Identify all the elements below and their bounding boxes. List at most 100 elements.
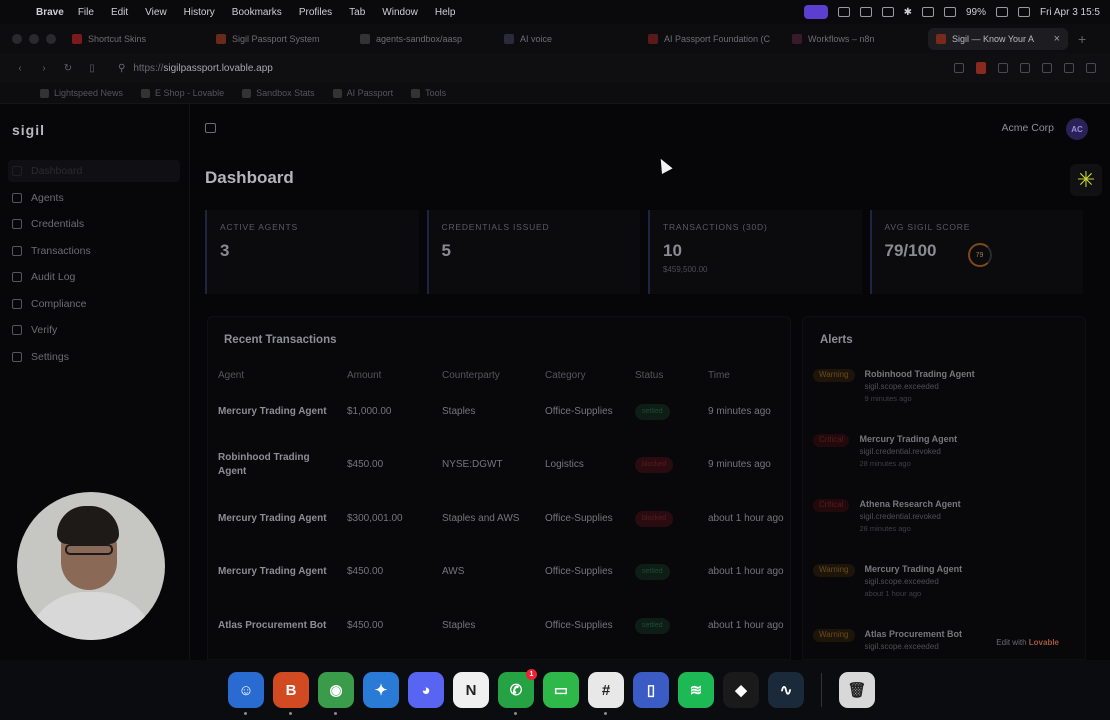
table-row[interactable]: Atlas Procurement Bot $450.00 Staples Offic… (208, 599, 790, 653)
avatar[interactable]: AC (1066, 118, 1088, 140)
window-icon[interactable] (881, 7, 894, 17)
bluetooth-icon[interactable]: ✱ (904, 7, 912, 18)
minimize-window-button[interactable] (29, 34, 39, 44)
reload-icon[interactable]: ↻ (62, 63, 74, 74)
sidebar-item-agents[interactable]: Agents (8, 187, 180, 209)
stat-subvalue: $459,500.00 (663, 265, 708, 274)
sidebar-icon[interactable] (1042, 63, 1052, 73)
browser-tab[interactable]: Workflows – n8n (784, 28, 924, 50)
messages-icon[interactable]: ▭ (543, 672, 579, 708)
browser-tab[interactable]: AI voice (496, 28, 636, 50)
close-tab-icon[interactable]: × (1054, 33, 1060, 45)
bookmark-item[interactable]: Tools (411, 88, 446, 98)
menu-history[interactable]: History (184, 7, 215, 18)
display-icon[interactable] (943, 7, 956, 17)
alert-item[interactable]: Warning Robinhood Trading Agent sigil.scop… (813, 369, 1077, 423)
column-header: Amount (347, 369, 382, 381)
sidebar-toggle-icon[interactable] (205, 123, 216, 133)
brave-shields-icon[interactable] (976, 62, 986, 74)
menu-file[interactable]: File (78, 7, 94, 18)
chrome-icon[interactable]: ◉ (318, 672, 354, 715)
notion-icon[interactable]: N (453, 672, 489, 708)
table-row[interactable]: Mercury Trading Agent $1,000.00 Staples Off… (208, 385, 790, 439)
wallet-icon[interactable] (1064, 63, 1074, 73)
stat-label: Active Agents (220, 222, 298, 232)
menu-bookmarks[interactable]: Bookmarks (232, 7, 282, 18)
sidebar-item-compliance[interactable]: Compliance (8, 293, 180, 315)
table-row[interactable]: Robinhood Trading Agent $450.00 NYSE:DGWT L… (208, 439, 790, 493)
url-bar[interactable]: ⚲ https://sigilpassport.lovable.app (110, 58, 942, 78)
battery-icon[interactable] (995, 7, 1008, 17)
alert-item[interactable]: Warning Mercury Trading Agent sigil.scope.… (813, 564, 1077, 618)
edit-with-lovable-badge[interactable]: Edit with Lovable (996, 638, 1059, 647)
zoom-window-button[interactable] (46, 34, 56, 44)
site-info-icon[interactable]: ⚲ (118, 63, 125, 74)
close-window-button[interactable] (12, 34, 22, 44)
discord-icon[interactable]: ◕ (408, 672, 444, 708)
alert-body: Mercury Trading Agent sigil.credential.re… (859, 434, 957, 488)
sidebar-item-transactions[interactable]: Transactions (8, 240, 180, 262)
menu-edit[interactable]: Edit (111, 7, 128, 18)
trash-icon[interactable]: 🗑 (839, 672, 875, 708)
extension-icon[interactable] (1020, 63, 1030, 73)
bookmark-item[interactable]: E Shop - Lovable (141, 88, 224, 98)
n8n-icon[interactable]: ∿ (768, 672, 804, 708)
browser-tab[interactable]: AI Passport Foundation (C (640, 28, 780, 50)
alert-time: 28 minutes ago (859, 459, 911, 468)
extension-icon[interactable] (998, 63, 1008, 73)
browser-tab[interactable]: agents-sandbox/aasp (352, 28, 492, 50)
new-tab-button[interactable]: + (1078, 31, 1086, 47)
screen-recording-icon[interactable] (803, 5, 828, 19)
running-indicator (604, 712, 607, 715)
browser-tab[interactable]: Shortcut Skins (64, 28, 204, 50)
browser-tab[interactable]: Sigil — Know Your A × (928, 27, 1068, 50)
alert-item[interactable]: Critical Athena Research Agent sigil.crede… (813, 499, 1077, 553)
sidebar-item-verify[interactable]: Verify (8, 319, 180, 341)
status-app-icon[interactable] (837, 7, 850, 17)
forward-icon[interactable]: › (38, 63, 50, 74)
bookmark-item[interactable]: Lightspeed News (40, 88, 123, 98)
column-header: Counterparty (442, 369, 500, 381)
bookmark-icon[interactable]: ▯ (86, 63, 98, 74)
spotify-icon[interactable]: ≋ (678, 672, 714, 708)
org-name[interactable]: Acme Corp (1001, 122, 1054, 134)
brave-icon[interactable]: B (273, 672, 309, 715)
alert-time: about 1 hour ago (864, 589, 922, 598)
preview-icon[interactable]: ▯ (633, 672, 669, 708)
menu-tab[interactable]: Tab (349, 7, 365, 18)
whatsapp-icon[interactable]: ✆ 1 (498, 669, 537, 715)
sidebar-item-settings[interactable]: Settings (8, 346, 180, 368)
table-row[interactable]: Mercury Trading Agent $450.00 AWS Office-Su… (208, 546, 790, 600)
menu-profiles[interactable]: Profiles (299, 7, 332, 18)
bookmark-item[interactable]: AI Passport (332, 88, 393, 98)
status-app-icon[interactable] (859, 7, 872, 17)
share-icon[interactable] (954, 63, 964, 73)
sidebar-item-audit-log[interactable]: Audit Log (8, 266, 180, 288)
menu-clock[interactable]: Fri Apr 3 15:5 (1040, 7, 1100, 18)
table-row[interactable]: Mercury Trading Agent $300,001.00 Staples … (208, 492, 790, 546)
alert-item[interactable]: Critical Mercury Trading Agent sigil.crede… (813, 434, 1077, 488)
sidebar-item-credentials[interactable]: Credentials (8, 213, 180, 235)
battery-percent[interactable]: 99% (966, 7, 986, 18)
finder-icon[interactable]: ☺ (228, 672, 264, 715)
browser-tab[interactable]: Sigil Passport System (208, 28, 348, 50)
back-icon[interactable]: ‹ (14, 63, 26, 74)
cursor-app-icon[interactable]: ◆ (723, 672, 759, 708)
tab-favicon-icon (360, 33, 370, 44)
bookmark-item[interactable]: Sandbox Stats (242, 88, 315, 98)
menu-app-name[interactable]: Brave (36, 7, 64, 18)
cell-status: settled (625, 385, 698, 439)
menu-icon[interactable] (1086, 63, 1096, 73)
control-center-icon[interactable] (1017, 7, 1030, 17)
alert-body: Athena Research Agent sigil.credential.re… (859, 499, 960, 553)
slack-icon[interactable]: # (588, 672, 624, 715)
safari-icon[interactable]: ✦ (363, 672, 399, 708)
transactions-body: Mercury Trading Agent $1,000.00 Staples Off… (208, 385, 790, 653)
menu-window[interactable]: Window (382, 7, 418, 18)
sidebar-item-dashboard[interactable]: Dashboard (8, 160, 180, 182)
menu-help[interactable]: Help (435, 7, 456, 18)
wifi-icon[interactable] (921, 7, 934, 17)
sigil-app: sigil Dashboard Agents Credentials Transact… (0, 104, 1110, 660)
app-logo[interactable]: sigil (12, 122, 45, 138)
menu-view[interactable]: View (145, 7, 167, 18)
